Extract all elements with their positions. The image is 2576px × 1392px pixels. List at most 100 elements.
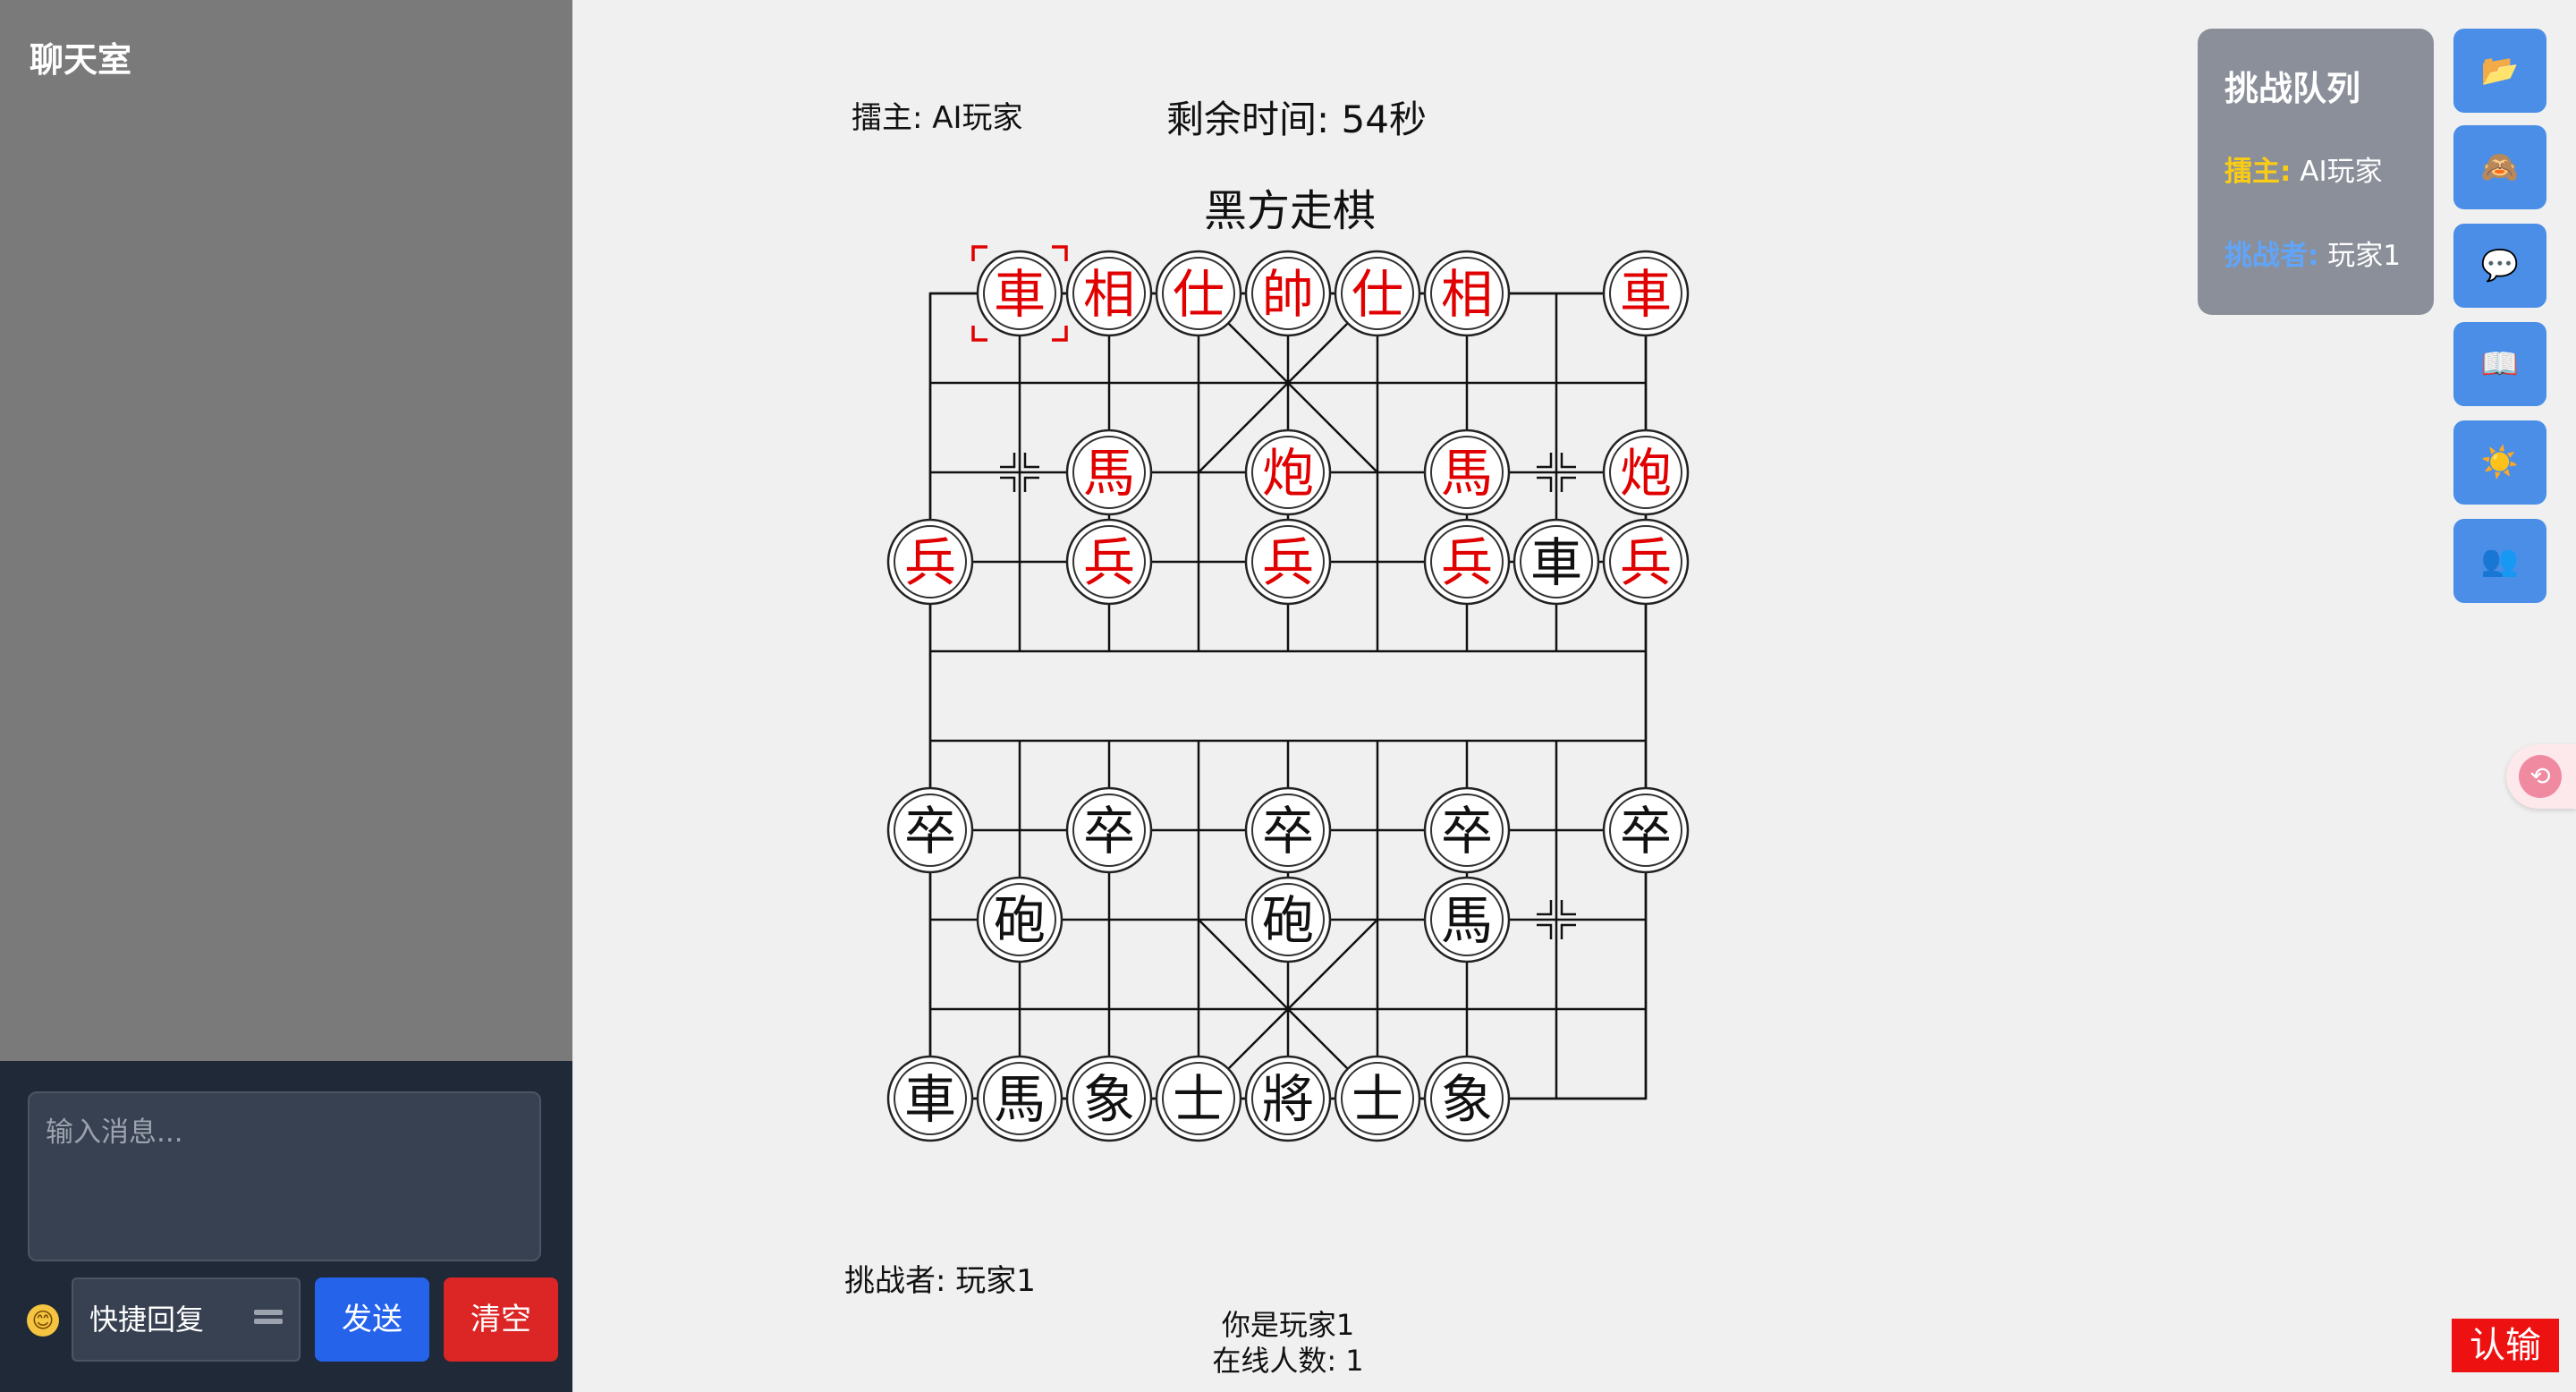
piece-inner-ring [1251,794,1325,867]
piece-inner-ring [983,883,1056,956]
piece-outer-ring [1065,429,1153,516]
move-hint-marker [1560,476,1576,492]
quick-reply-select[interactable]: 快捷回复 [72,1277,301,1362]
users-icon[interactable]: 👥 [2453,519,2546,603]
piece-outer-ring [886,518,974,606]
palace-diagonal [1198,293,1378,473]
chess-piece[interactable]: 卒 [1620,801,1672,862]
piece-inner-ring [1609,436,1682,509]
chess-piece[interactable]: 仕 [1352,264,1403,325]
move-hint-marker [1560,923,1576,939]
piece-outer-ring [1423,876,1511,963]
emoji-icon[interactable]: 😊 [27,1304,59,1337]
piece-inner-ring [1609,525,1682,598]
speech-bubble-icon[interactable]: 💬 [2453,224,2546,308]
piece-inner-ring [1072,257,1146,330]
piece-outer-ring [1602,429,1690,516]
translate-button[interactable]: ⟲ [2506,744,2576,809]
piece-outer-ring [1244,876,1332,963]
chess-piece[interactable]: 兵 [1620,532,1672,593]
piece-inner-ring [1072,436,1146,509]
chess-piece[interactable]: 馬 [1441,890,1493,951]
move-hint-marker [1560,900,1576,916]
move-hint-marker [1537,923,1553,939]
chess-piece[interactable]: 砲 [994,890,1046,951]
piece-outer-ring [1334,250,1421,337]
folder-icon[interactable]: 📂 [2453,29,2546,113]
chess-piece[interactable]: 炮 [1620,443,1672,504]
chess-piece[interactable]: 兵 [904,532,956,593]
piece-inner-ring [1251,525,1325,598]
piece-outer-ring [1423,429,1511,516]
piece-outer-ring [886,1055,974,1142]
piece-inner-ring [1162,1062,1235,1135]
sun-icon[interactable]: ☀️ [2453,420,2546,505]
selection-bracket [1052,326,1068,342]
stack-icon [254,1310,283,1333]
chess-piece[interactable]: 馬 [1441,443,1493,504]
piece-inner-ring [1072,794,1146,867]
book-icon[interactable]: 📖 [2453,322,2546,406]
chess-piece[interactable]: 車 [1620,264,1672,325]
move-hint-marker [1023,453,1039,469]
online-count: 在线人数: 1 [1212,1344,1364,1378]
chess-piece[interactable]: 將 [1262,1069,1314,1130]
chess-piece[interactable]: 帥 [1262,264,1314,325]
send-button[interactable]: 发送 [315,1277,429,1362]
piece-inner-ring [1430,883,1504,956]
piece-outer-ring [1334,1055,1421,1142]
queue-host-row: 擂主: AI玩家 [2224,149,2383,189]
chess-piece[interactable]: 卒 [1262,801,1314,862]
piece-outer-ring [1423,1055,1511,1142]
move-hint-marker [1560,453,1576,469]
move-hint-marker [1000,476,1016,492]
chess-piece[interactable]: 兵 [1441,532,1493,593]
chess-piece[interactable]: 象 [1083,1069,1135,1130]
chess-piece[interactable]: 炮 [1262,443,1314,504]
piece-inner-ring [1609,257,1682,330]
turn-indicator: 黑方走棋 [1204,186,1377,236]
chess-piece[interactable]: 卒 [904,801,956,862]
piece-inner-ring [1251,257,1325,330]
piece-outer-ring [1155,250,1242,337]
queue-challenger-key: 挑战者: [2224,240,2319,272]
piece-outer-ring [1065,1055,1153,1142]
piece-outer-ring [1244,250,1332,337]
piece-outer-ring [886,786,974,874]
chess-piece[interactable]: 車 [994,264,1046,325]
clear-button[interactable]: 清空 [444,1277,558,1362]
chess-piece[interactable]: 卒 [1083,801,1135,862]
chess-piece[interactable]: 仕 [1173,264,1224,325]
piece-outer-ring [1423,250,1511,337]
resign-button[interactable]: 认输 [2452,1319,2559,1372]
piece-outer-ring [976,1055,1063,1142]
remaining-time: 剩余时间: 54秒 [1166,98,1427,141]
chat-message-input[interactable] [28,1091,541,1261]
piece-inner-ring [1162,257,1235,330]
palace-diagonal [1198,293,1378,473]
chess-piece[interactable]: 兵 [1083,532,1135,593]
piece-outer-ring [1244,518,1332,606]
chess-piece[interactable]: 相 [1083,264,1135,325]
piece-inner-ring [1251,436,1325,509]
queue-host-key: 擂主: [2224,156,2292,188]
piece-inner-ring [1072,1062,1146,1135]
chess-piece[interactable]: 車 [1530,532,1582,593]
chess-piece[interactable]: 士 [1173,1069,1224,1130]
move-hint-marker [1537,453,1553,469]
monkey-icon[interactable]: 🙈 [2453,125,2546,209]
chess-piece[interactable]: 象 [1441,1069,1493,1130]
chess-piece[interactable]: 兵 [1262,532,1314,593]
chess-piece[interactable]: 卒 [1441,801,1493,862]
chess-piece[interactable]: 馬 [1083,443,1135,504]
piece-inner-ring [894,794,967,867]
chess-piece[interactable]: 車 [904,1069,956,1130]
move-hint-marker [1023,476,1039,492]
chess-piece[interactable]: 士 [1352,1069,1403,1130]
chess-piece[interactable]: 馬 [994,1069,1046,1130]
chess-piece[interactable]: 相 [1441,264,1493,325]
move-hint-marker [1537,900,1553,916]
piece-outer-ring [1602,250,1690,337]
piece-inner-ring [1251,883,1325,956]
chess-piece[interactable]: 砲 [1262,890,1314,951]
